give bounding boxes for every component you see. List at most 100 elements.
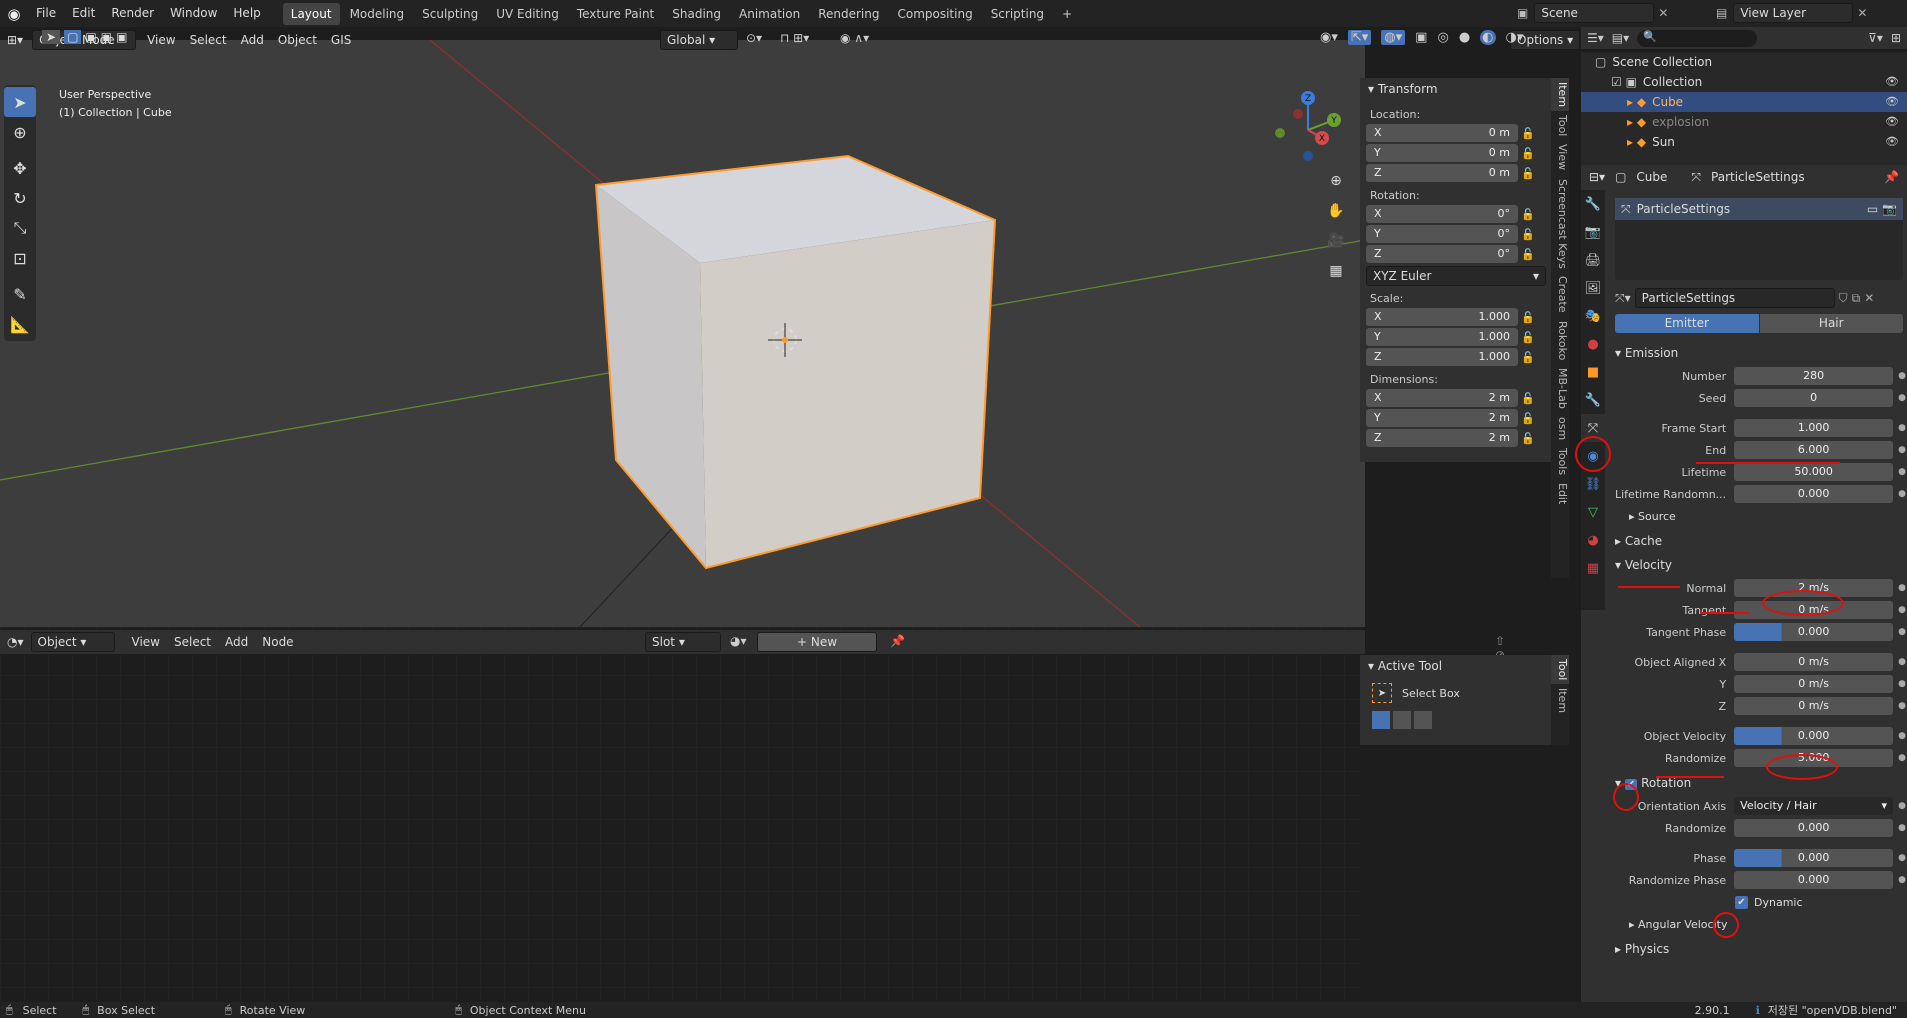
velocity-value-field[interactable]: 0 m/s xyxy=(1734,697,1894,715)
emission-value-field[interactable]: 6.000 xyxy=(1734,441,1894,459)
data-tab-icon[interactable]: ▽ xyxy=(1581,498,1605,526)
workspace-tab-rendering[interactable]: Rendering xyxy=(810,3,887,25)
dynamic-checkbox[interactable]: ✔ xyxy=(1735,895,1748,909)
location-z-field[interactable]: Z 0 m xyxy=(1366,164,1518,182)
rotation-mode-select[interactable]: XYZ Euler ▾ xyxy=(1366,266,1546,286)
keyframe-dot-icon[interactable]: ● xyxy=(1897,679,1907,689)
close-view-layer-icon[interactable]: ✕ xyxy=(1857,6,1867,20)
keyframe-dot-icon[interactable]: ● xyxy=(1897,753,1907,763)
sidebar-tab-screencast-keys[interactable]: Screencast Keys xyxy=(1551,175,1569,273)
scale-y-field[interactable]: Y 1.000 xyxy=(1366,328,1518,346)
editor-type-icon[interactable]: ◔▾ xyxy=(0,631,31,653)
keyframe-dot-icon[interactable]: ● xyxy=(1897,731,1907,741)
rendered-shading-icon[interactable]: ◑▾ xyxy=(1506,30,1524,45)
lock-icon[interactable]: 🔓 xyxy=(1518,208,1538,221)
keyframe-dot-icon[interactable]: ● xyxy=(1897,853,1907,863)
sidebar-tab-osm[interactable]: osm xyxy=(1551,413,1569,444)
material-browse-icon[interactable]: ◕▾ xyxy=(730,634,747,648)
texture-tab-icon[interactable]: ▦ xyxy=(1581,554,1605,582)
workspace-tab-scripting[interactable]: Scripting xyxy=(983,3,1052,25)
render-tab-icon[interactable]: 📷 xyxy=(1581,218,1605,246)
workspace-tab-layout[interactable]: Layout xyxy=(282,2,340,25)
velocity-value-field[interactable]: 0 m/s xyxy=(1734,653,1894,671)
particles-tab-icon[interactable]: ⤧ xyxy=(1581,414,1605,442)
viewport-menu-object[interactable]: Object xyxy=(271,29,324,51)
keyframe-dot-icon[interactable]: ● xyxy=(1897,875,1907,885)
rotation-dropdown[interactable]: Velocity / Hair ▾ xyxy=(1734,797,1894,815)
particle-slot-list[interactable]: ⤧ ParticleSettings ▭ 📷 xyxy=(1615,198,1903,280)
camera-icon[interactable]: 🎥 xyxy=(1323,228,1349,254)
visibility-eye-icon[interactable]: 👁 xyxy=(1885,92,1899,112)
visibility-eye-icon[interactable]: 👁 xyxy=(1885,132,1899,152)
shader-type-select[interactable]: Object ▾ xyxy=(30,632,115,652)
transform-tool-icon[interactable]: ⊡ xyxy=(4,243,36,273)
velocity-value-field[interactable]: 2 m/s xyxy=(1734,579,1894,597)
rotation-value-field[interactable]: 0.000 xyxy=(1734,871,1894,889)
filter-icon[interactable]: ⊽▾ xyxy=(1868,31,1883,45)
solid-shading-icon[interactable]: ● xyxy=(1459,30,1470,45)
editor-type-icon[interactable]: ⊞▾ xyxy=(0,29,30,51)
scale-x-field[interactable]: X 1.000 xyxy=(1366,308,1518,326)
zoom-icon[interactable]: ⊕ xyxy=(1323,168,1349,194)
viewport-menu-view[interactable]: View xyxy=(140,29,182,51)
move-tool-icon[interactable]: ✥ xyxy=(4,153,36,183)
keyframe-dot-icon[interactable]: ● xyxy=(1897,489,1907,499)
pan-hand-icon[interactable]: ✋ xyxy=(1323,198,1349,224)
menu-render[interactable]: Render xyxy=(103,0,162,27)
scale-z-field[interactable]: Z 1.000 xyxy=(1366,348,1518,366)
velocity-value-field[interactable]: 0 m/s xyxy=(1734,675,1894,693)
shader-sidebar-tab-item[interactable]: Item xyxy=(1551,684,1569,717)
lock-icon[interactable]: 🔓 xyxy=(1518,311,1538,324)
visibility-icon[interactable]: ◉▾ xyxy=(1320,30,1338,45)
keyframe-dot-icon[interactable]: ● xyxy=(1897,801,1907,811)
scale-tool-icon[interactable]: ⤡ xyxy=(4,213,36,243)
mode-new-icon[interactable] xyxy=(1372,711,1390,729)
emission-value-field[interactable]: 280 xyxy=(1734,367,1894,385)
visibility-eye-icon[interactable]: 👁 xyxy=(1885,72,1899,92)
emission-value-field[interactable]: 0 xyxy=(1734,389,1894,407)
keyframe-dot-icon[interactable]: ● xyxy=(1897,605,1907,615)
location-y-field[interactable]: Y 0 m xyxy=(1366,144,1518,162)
keyframe-dot-icon[interactable]: ● xyxy=(1897,823,1907,833)
3d-viewport[interactable] xyxy=(0,40,1365,627)
xray-icon[interactable]: ▣ xyxy=(1415,30,1427,45)
cursor-tool-icon[interactable]: ⊕ xyxy=(4,117,36,147)
snap-icon[interactable]: ⊓ ⊞▾ xyxy=(780,31,809,45)
rotation-value-field[interactable]: 0.000 xyxy=(1734,849,1894,867)
world-tab-icon[interactable]: ● xyxy=(1581,330,1605,358)
keyframe-dot-icon[interactable]: ● xyxy=(1897,627,1907,637)
velocity-section-header[interactable]: ▾ Velocity xyxy=(1609,553,1907,577)
select-tool-icon[interactable]: ➤ xyxy=(42,30,61,44)
outliner-row-collection[interactable]: ☑ ▣ Collection 👁 xyxy=(1581,72,1907,92)
workspace-tab-shading[interactable]: Shading xyxy=(664,3,729,25)
dimensions-y-field[interactable]: Y 2 m xyxy=(1366,409,1518,427)
outliner-row-scene-collection[interactable]: ▢ Scene Collection xyxy=(1581,52,1907,72)
outliner-row-explosion[interactable]: ▸ ◆ explosion 👁 xyxy=(1581,112,1907,132)
visibility-eye-icon[interactable]: 👁 xyxy=(1885,112,1899,132)
cache-section-header[interactable]: ▸ Cache xyxy=(1609,529,1907,553)
particle-settings-datablock[interactable]: ParticleSettings xyxy=(1634,288,1835,308)
mode-subtract-icon[interactable] xyxy=(1414,711,1432,729)
menu-edit[interactable]: Edit xyxy=(64,0,103,27)
mode-extend-icon[interactable] xyxy=(1393,711,1411,729)
keyframe-dot-icon[interactable]: ● xyxy=(1897,701,1907,711)
orientation-selector[interactable]: Global ▾ xyxy=(660,30,738,50)
lock-icon[interactable]: 🔓 xyxy=(1518,167,1538,180)
overlay-icon[interactable]: ◍▾ xyxy=(1381,30,1406,45)
viewport-menu-gis[interactable]: GIS xyxy=(324,29,358,51)
ortho-grid-icon[interactable]: ▦ xyxy=(1323,258,1349,284)
emitter-button[interactable]: Emitter xyxy=(1615,314,1759,333)
physics-section-header[interactable]: ▸ Physics xyxy=(1609,937,1907,961)
outliner-row-sun[interactable]: ▸ ◆ Sun 👁 xyxy=(1581,132,1907,152)
hair-button[interactable]: Hair xyxy=(1759,314,1903,333)
keyframe-dot-icon[interactable]: ● xyxy=(1897,583,1907,593)
workspace-tab-texture-paint[interactable]: Texture Paint xyxy=(569,3,662,25)
emission-section-header[interactable]: ▾ Emission xyxy=(1609,341,1907,365)
view-layer-icon[interactable]: ▤ xyxy=(1716,6,1727,20)
select-new-icon[interactable]: ▢ xyxy=(64,30,82,44)
shader-menu-node[interactable]: Node xyxy=(255,631,300,653)
workspace-tab-compositing[interactable]: Compositing xyxy=(889,3,980,25)
material-shading-icon[interactable]: ◐ xyxy=(1480,30,1496,45)
proportional-edit-icon[interactable]: ◉ ∧▾ xyxy=(840,31,869,45)
viewport-toggle-icon[interactable]: ▭ 📷 xyxy=(1867,198,1897,220)
